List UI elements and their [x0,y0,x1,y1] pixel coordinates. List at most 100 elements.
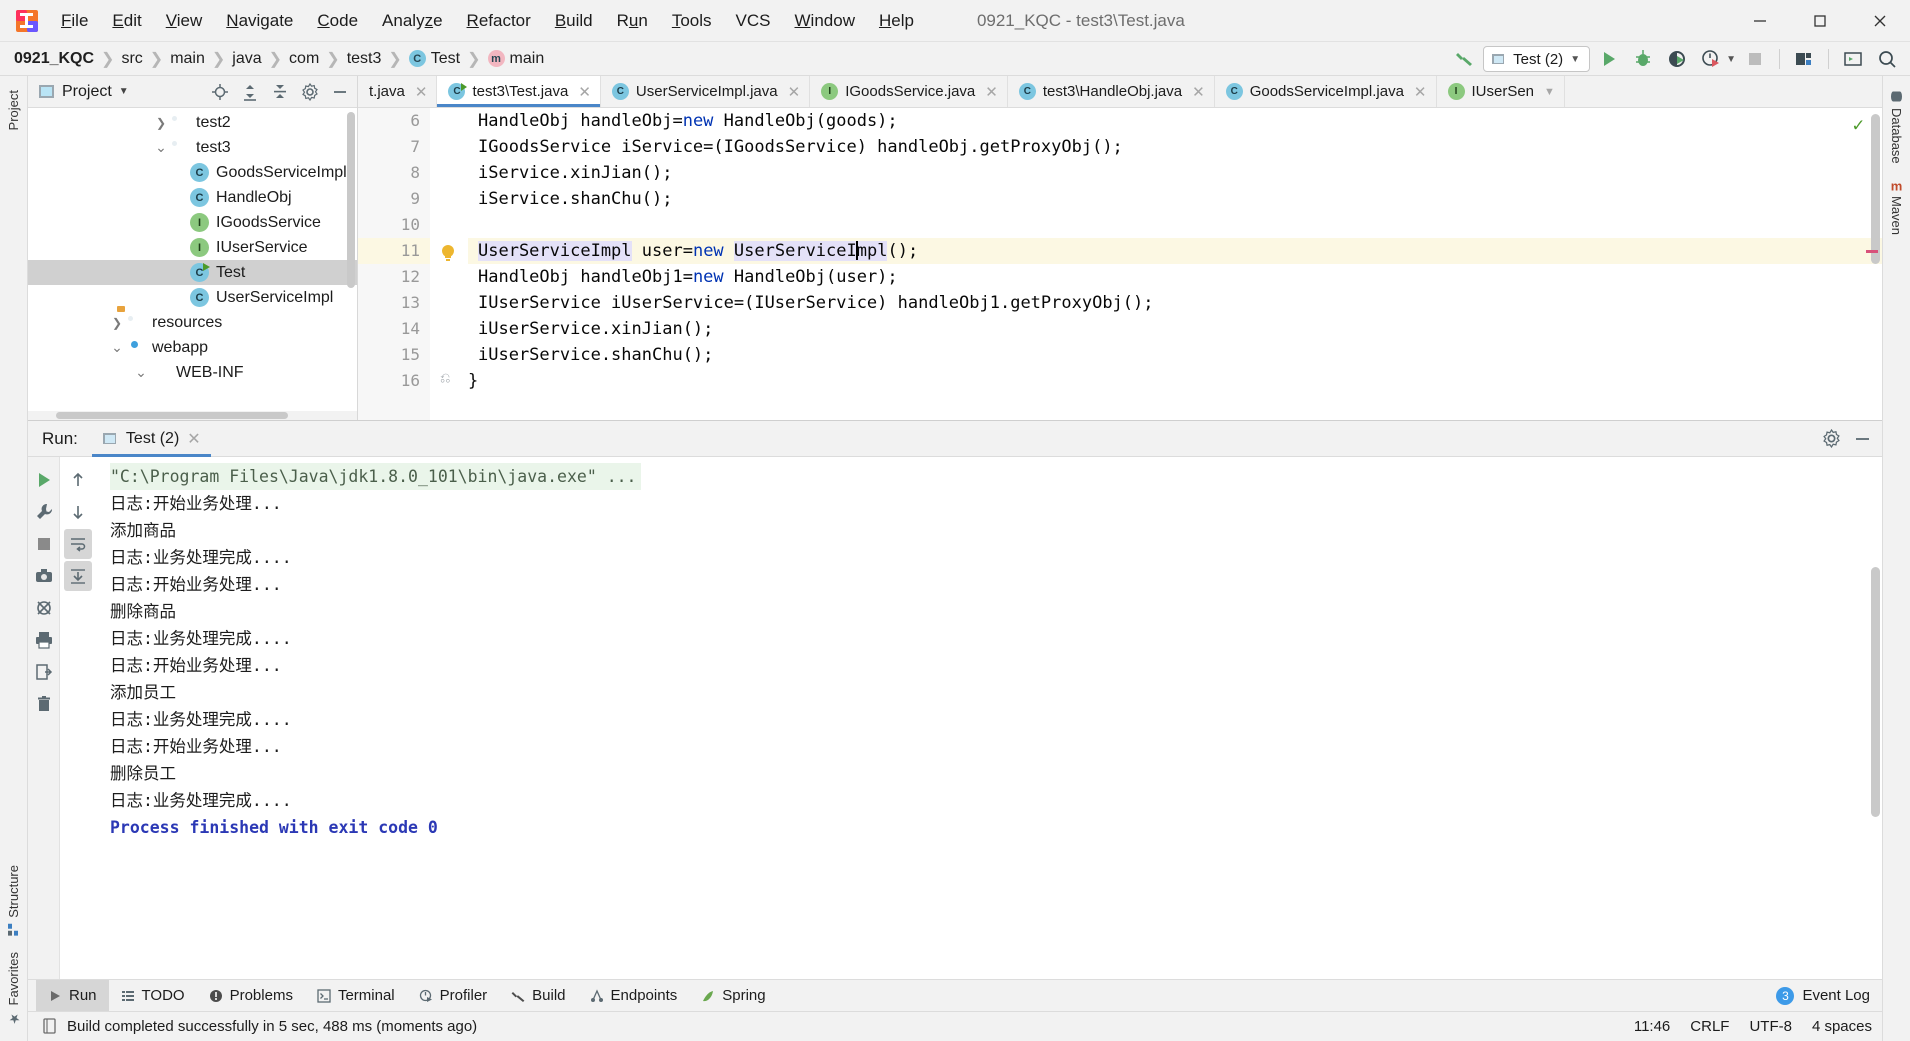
editor-marker-stripe[interactable] [1866,250,1878,253]
collapse-all-icon[interactable] [267,79,293,105]
project-tree-scrollbar[interactable] [347,112,355,288]
chevron-down-icon[interactable]: ▼ [1544,86,1555,98]
sidebar-item-favorites[interactable]: ★ Favorites [2,944,25,1033]
close-icon[interactable]: ✕ [788,83,801,101]
tab-igoodsservice-java[interactable]: I IGoodsService.java ✕ [810,76,1008,107]
toolwindow-profiler[interactable]: Profiler [407,980,500,1012]
toolwindow-todo[interactable]: TODO [109,980,197,1012]
breadcrumb-com[interactable]: com [289,50,319,68]
stop-icon[interactable] [30,529,58,559]
status-encoding[interactable]: UTF-8 [1749,1018,1792,1035]
breadcrumb-test[interactable]: Test [431,50,460,68]
chevron-right-icon[interactable]: ❯ [108,316,126,330]
toolwindow-build[interactable]: Build [499,980,577,1012]
tree-node-iuserservice[interactable]: I IUserService [28,235,357,260]
toolwindow-run[interactable]: Run [36,979,109,1012]
menu-vcs[interactable]: VCS [725,7,782,35]
tab-t-java[interactable]: t.java ✕ [358,76,438,107]
tree-node-resources[interactable]: ❯ resources [28,310,357,335]
profiler-dropdown-arrow[interactable]: ▼ [1726,54,1736,65]
menu-run[interactable]: Run [606,7,659,35]
toolwindow-endpoints[interactable]: Endpoints [578,980,690,1012]
menu-build[interactable]: Build [544,7,604,35]
menu-help[interactable]: Help [868,7,925,35]
minimize-icon[interactable] [1730,0,1790,42]
project-structure-button[interactable] [1789,45,1819,73]
trash-icon[interactable] [30,689,58,719]
sidebar-item-maven[interactable]: m Maven [1885,172,1908,244]
menu-code[interactable]: Code [306,7,369,35]
locate-icon[interactable] [207,79,233,105]
print-icon[interactable] [30,625,58,655]
toolwindow-spring[interactable]: Spring [689,980,777,1012]
close-icon[interactable]: ✕ [187,429,200,449]
tree-node-userserviceimpl[interactable]: C UserServiceImpl [28,285,357,310]
inspection-ok-icon[interactable]: ✓ [1853,114,1864,136]
build-hammer-icon[interactable] [1449,45,1479,73]
breadcrumb-src[interactable]: src [121,50,142,68]
minimize-icon[interactable] [1853,429,1872,448]
close-icon[interactable] [1850,0,1910,42]
breadcrumb-method-main[interactable]: main [510,50,545,68]
run-with-coverage-button[interactable] [1662,45,1692,73]
tab-userserviceimpl-java[interactable]: C UserServiceImpl.java ✕ [601,76,811,107]
hide-panel-icon[interactable] [327,79,353,105]
code-fold-icon[interactable]: ⎌ [440,370,450,386]
tree-node-webapp[interactable]: ⌄ webapp [28,335,357,360]
down-icon[interactable] [64,497,92,527]
export-icon[interactable] [30,657,58,687]
console-button[interactable] [1838,45,1868,73]
menu-window[interactable]: Window [784,7,866,35]
project-tree-hscrollbar[interactable] [28,411,357,420]
menu-view[interactable]: View [155,7,214,35]
close-icon[interactable]: ✕ [1192,83,1205,101]
tree-node-test2[interactable]: ❯ test2 [28,110,357,135]
search-everywhere-button[interactable] [1872,45,1902,73]
status-line-separator[interactable]: CRLF [1690,1018,1729,1035]
debug-button[interactable] [1628,45,1658,73]
scroll-to-end-icon[interactable] [64,561,92,591]
tree-node-webinf[interactable]: ⌄ WEB-INF [28,360,357,385]
console-output[interactable]: "C:\Program Files\Java\jdk1.8.0_101\bin\… [96,457,1882,979]
run-tab-test[interactable]: Test (2) ✕ [91,421,211,457]
project-tree[interactable]: ❯ test2 ⌄ test3 C GoodsServiceImpl C Han… [28,108,357,411]
chevron-down-icon[interactable]: ▼ [1570,54,1580,65]
chevron-down-icon[interactable]: ▼ [119,86,129,97]
camera-icon[interactable] [30,561,58,591]
project-panel-title-group[interactable]: Project ▼ [38,83,203,101]
chevron-down-icon[interactable]: ⌄ [108,339,126,356]
profiler-button[interactable] [1696,45,1726,73]
tab-iusersen[interactable]: I IUserSen ▼ [1437,76,1565,107]
code-text[interactable]: HandleObj handleObj=new HandleObj(goods)… [468,108,1882,420]
breadcrumb-java[interactable]: java [232,50,261,68]
code-editor[interactable]: 6 7 8 9 10 11 12 13 14 15 16 ⎌ HandleObj… [358,108,1882,420]
menu-file[interactable]: File [50,7,99,35]
wrench-icon[interactable] [30,497,58,527]
tree-node-goodsserviceimpl[interactable]: C GoodsServiceImpl [28,160,357,185]
sidebar-item-database[interactable]: Database [1885,82,1908,172]
close-icon[interactable]: ✕ [578,83,591,101]
tree-node-handleobj[interactable]: C HandleObj [28,185,357,210]
annotation-gutter[interactable]: ⎌ [430,108,468,420]
tree-node-test3[interactable]: ⌄ test3 [28,135,357,160]
breadcrumb-project[interactable]: 0921_KQC [14,50,94,68]
expand-all-icon[interactable] [237,79,263,105]
run-button[interactable] [1594,45,1624,73]
maximize-icon[interactable] [1790,0,1850,42]
gear-icon[interactable] [1822,429,1841,448]
tab-test3-test-java[interactable]: C test3\Test.java ✕ [437,76,601,107]
menu-refactor[interactable]: Refactor [456,7,542,35]
stop-button[interactable] [1740,45,1770,73]
menu-tools[interactable]: Tools [661,7,723,35]
tree-node-igoodsservice[interactable]: I IGoodsService [28,210,357,235]
close-icon[interactable]: ✕ [985,83,998,101]
chevron-down-icon[interactable]: ⌄ [152,139,170,156]
close-icon[interactable]: ✕ [415,83,428,101]
line-number-gutter[interactable]: 6 7 8 9 10 11 12 13 14 15 16 [358,108,430,420]
rerun-icon[interactable] [30,465,58,495]
tab-test3-handleobj-java[interactable]: C test3\HandleObj.java ✕ [1008,76,1215,107]
chevron-down-icon[interactable]: ⌄ [132,364,150,381]
console-scrollbar[interactable] [1871,567,1880,817]
menu-analyze[interactable]: Analyze [371,7,454,35]
chevron-right-icon[interactable]: ❯ [152,116,170,130]
